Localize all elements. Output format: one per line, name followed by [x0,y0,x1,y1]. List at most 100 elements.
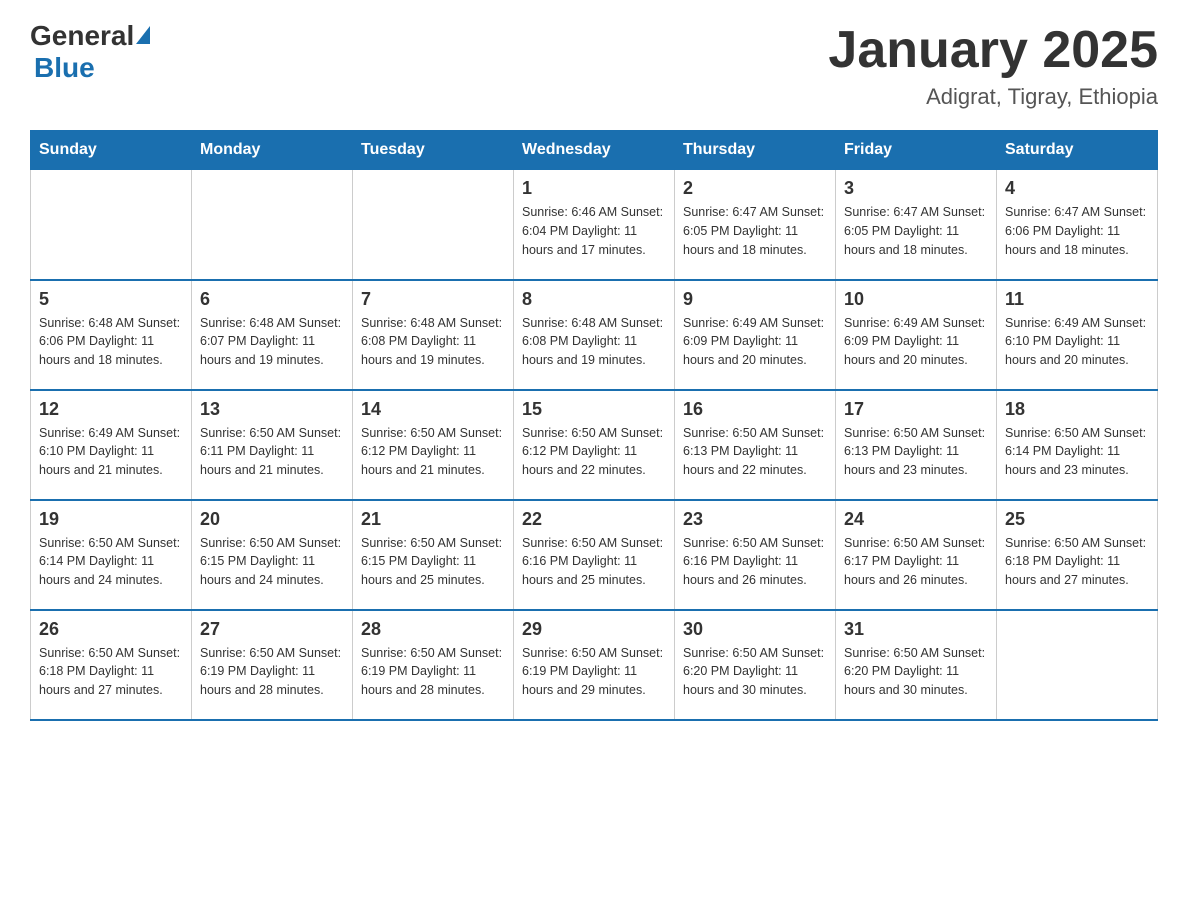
day-number: 8 [522,289,666,310]
calendar-cell [353,170,514,280]
location-subtitle: Adigrat, Tigray, Ethiopia [828,84,1158,110]
logo-triangle-icon [136,26,150,44]
calendar-cell: 2 Sunrise: 6:47 AM Sunset: 6:05 PM Daylig… [675,170,836,280]
calendar-cell: 22Sunrise: 6:50 AM Sunset: 6:16 PM Dayli… [514,500,675,610]
calendar-cell: 26 Sunrise: 6:50 AM Sunset: 6:18 PM Dayli… [31,610,192,720]
day-number: 3 [844,178,988,199]
day-info: Sunrise: 6:49 AM Sunset: 6:10 PM Dayligh… [39,424,183,480]
day-number: 28 [361,619,505,640]
logo: General Blue [30,20,150,84]
calendar-cell: 1 Sunrise: 6:46 AM Sunset: 6:04 PM Daylig… [514,170,675,280]
day-number: 27 [200,619,344,640]
calendar-cell: 11Sunrise: 6:49 AM Sunset: 6:10 PM Dayli… [997,280,1158,390]
day-number: 15 [522,399,666,420]
day-info: Sunrise: 6:50 AM Sunset: 6:12 PM Dayligh… [361,424,505,480]
calendar-cell: 17 Sunrise: 6:50 AM Sunset: 6:13 PM Dayli… [836,390,997,500]
day-number: 23 [683,509,827,530]
day-info: Sunrise: 6:50 AM Sunset: 6:19 PM Dayligh… [522,644,666,700]
header-cell-monday: Monday [192,131,353,170]
day-number: 24 [844,509,988,530]
day-info: Sunrise: 6:50 AM Sunset: 6:19 PM Dayligh… [200,644,344,700]
day-info: Sunrise: 6:49 AM Sunset: 6:09 PM Dayligh… [844,314,988,370]
calendar-cell: 4 Sunrise: 6:47 AM Sunset: 6:06 PM Daylig… [997,170,1158,280]
day-info: Sunrise: 6:49 AM Sunset: 6:09 PM Dayligh… [683,314,827,370]
calendar-cell: 3 Sunrise: 6:47 AM Sunset: 6:05 PM Daylig… [836,170,997,280]
calendar-cell: 19Sunrise: 6:50 AM Sunset: 6:14 PM Dayli… [31,500,192,610]
calendar-cell: 31 Sunrise: 6:50 AM Sunset: 6:20 PM Dayli… [836,610,997,720]
calendar-cell [997,610,1158,720]
calendar-cell: 8 Sunrise: 6:48 AM Sunset: 6:08 PM Daylig… [514,280,675,390]
day-info: Sunrise: 6:50 AM Sunset: 6:15 PM Dayligh… [361,534,505,590]
day-number: 20 [200,509,344,530]
day-number: 26 [39,619,183,640]
day-info: Sunrise: 6:49 AM Sunset: 6:10 PM Dayligh… [1005,314,1149,370]
calendar-cell [192,170,353,280]
calendar-header: SundayMondayTuesdayWednesdayThursdayFrid… [31,131,1158,170]
header-row: SundayMondayTuesdayWednesdayThursdayFrid… [31,131,1158,170]
header-cell-saturday: Saturday [997,131,1158,170]
day-info: Sunrise: 6:50 AM Sunset: 6:19 PM Dayligh… [361,644,505,700]
day-number: 13 [200,399,344,420]
calendar-cell: 5 Sunrise: 6:48 AM Sunset: 6:06 PM Daylig… [31,280,192,390]
calendar-cell: 24Sunrise: 6:50 AM Sunset: 6:17 PM Dayli… [836,500,997,610]
calendar-cell: 30 Sunrise: 6:50 AM Sunset: 6:20 PM Dayli… [675,610,836,720]
calendar-cell: 16Sunrise: 6:50 AM Sunset: 6:13 PM Dayli… [675,390,836,500]
calendar-table: SundayMondayTuesdayWednesdayThursdayFrid… [30,130,1158,721]
day-info: Sunrise: 6:47 AM Sunset: 6:05 PM Dayligh… [844,203,988,259]
calendar-body: 1 Sunrise: 6:46 AM Sunset: 6:04 PM Daylig… [31,170,1158,720]
header-cell-friday: Friday [836,131,997,170]
header-cell-wednesday: Wednesday [514,131,675,170]
calendar-cell: 10 Sunrise: 6:49 AM Sunset: 6:09 PM Dayli… [836,280,997,390]
calendar-cell: 25 Sunrise: 6:50 AM Sunset: 6:18 PM Dayli… [997,500,1158,610]
calendar-week-2: 5 Sunrise: 6:48 AM Sunset: 6:06 PM Daylig… [31,280,1158,390]
calendar-cell [31,170,192,280]
calendar-cell: 20 Sunrise: 6:50 AM Sunset: 6:15 PM Dayli… [192,500,353,610]
day-number: 16 [683,399,827,420]
day-info: Sunrise: 6:48 AM Sunset: 6:06 PM Dayligh… [39,314,183,370]
calendar-week-4: 19Sunrise: 6:50 AM Sunset: 6:14 PM Dayli… [31,500,1158,610]
day-number: 2 [683,178,827,199]
day-number: 7 [361,289,505,310]
calendar-cell: 29 Sunrise: 6:50 AM Sunset: 6:19 PM Dayli… [514,610,675,720]
day-number: 25 [1005,509,1149,530]
calendar-cell: 23 Sunrise: 6:50 AM Sunset: 6:16 PM Dayli… [675,500,836,610]
day-number: 5 [39,289,183,310]
day-info: Sunrise: 6:50 AM Sunset: 6:15 PM Dayligh… [200,534,344,590]
calendar-cell: 12 Sunrise: 6:49 AM Sunset: 6:10 PM Dayli… [31,390,192,500]
day-number: 17 [844,399,988,420]
day-number: 21 [361,509,505,530]
day-number: 29 [522,619,666,640]
day-info: Sunrise: 6:48 AM Sunset: 6:08 PM Dayligh… [361,314,505,370]
calendar-cell: 6Sunrise: 6:48 AM Sunset: 6:07 PM Daylig… [192,280,353,390]
day-info: Sunrise: 6:50 AM Sunset: 6:18 PM Dayligh… [1005,534,1149,590]
day-number: 14 [361,399,505,420]
day-number: 1 [522,178,666,199]
title-block: January 2025 Adigrat, Tigray, Ethiopia [828,20,1158,110]
day-info: Sunrise: 6:50 AM Sunset: 6:12 PM Dayligh… [522,424,666,480]
day-info: Sunrise: 6:46 AM Sunset: 6:04 PM Dayligh… [522,203,666,259]
day-info: Sunrise: 6:50 AM Sunset: 6:20 PM Dayligh… [844,644,988,700]
day-number: 12 [39,399,183,420]
day-info: Sunrise: 6:47 AM Sunset: 6:05 PM Dayligh… [683,203,827,259]
day-info: Sunrise: 6:47 AM Sunset: 6:06 PM Dayligh… [1005,203,1149,259]
day-info: Sunrise: 6:50 AM Sunset: 6:18 PM Dayligh… [39,644,183,700]
day-number: 9 [683,289,827,310]
calendar-week-5: 26 Sunrise: 6:50 AM Sunset: 6:18 PM Dayli… [31,610,1158,720]
day-number: 10 [844,289,988,310]
month-title: January 2025 [828,20,1158,80]
calendar-week-3: 12 Sunrise: 6:49 AM Sunset: 6:10 PM Dayli… [31,390,1158,500]
day-info: Sunrise: 6:50 AM Sunset: 6:13 PM Dayligh… [844,424,988,480]
day-info: Sunrise: 6:50 AM Sunset: 6:16 PM Dayligh… [683,534,827,590]
header-cell-tuesday: Tuesday [353,131,514,170]
day-info: Sunrise: 6:50 AM Sunset: 6:20 PM Dayligh… [683,644,827,700]
day-number: 31 [844,619,988,640]
day-info: Sunrise: 6:48 AM Sunset: 6:07 PM Dayligh… [200,314,344,370]
day-number: 4 [1005,178,1149,199]
header-cell-sunday: Sunday [31,131,192,170]
day-info: Sunrise: 6:50 AM Sunset: 6:14 PM Dayligh… [1005,424,1149,480]
logo-general-text: General [30,20,134,52]
day-info: Sunrise: 6:50 AM Sunset: 6:11 PM Dayligh… [200,424,344,480]
page-header: General Blue January 2025 Adigrat, Tigra… [30,20,1158,110]
day-number: 30 [683,619,827,640]
day-info: Sunrise: 6:48 AM Sunset: 6:08 PM Dayligh… [522,314,666,370]
